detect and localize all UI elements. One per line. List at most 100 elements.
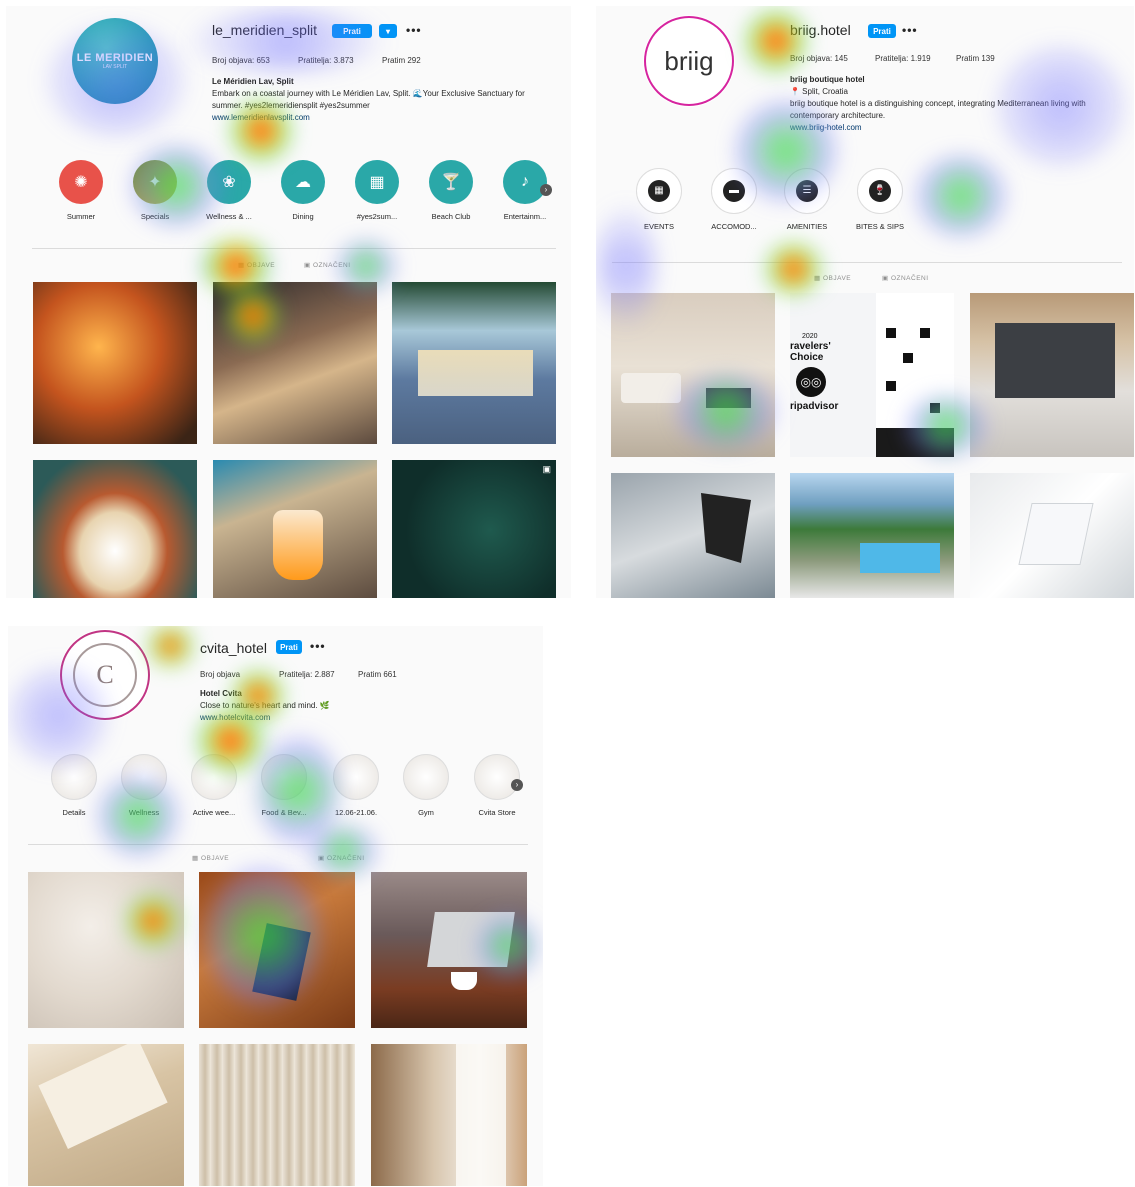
next-arrow-icon[interactable]: › [540,184,552,196]
sparkler-icon: ✦ [148,174,162,191]
post-tile[interactable] [970,293,1134,457]
avatar-brand-text: LE MERIDIEN [76,52,154,64]
highlight-wellness[interactable]: ❀ Wellness & ... [194,160,264,221]
highlight-details[interactable]: Details [39,754,109,817]
award-year: 2020 [802,333,818,340]
post-tile[interactable] [213,460,377,598]
highlight-label: BITES & SIPS [856,222,904,231]
tab-tagged[interactable]: ▣ OZNAČENI [318,854,365,862]
video-icon: ▣ [542,464,551,474]
tab-label: OZNAČENI [890,275,929,282]
post-tile[interactable]: ▣ [392,460,556,598]
post-tile[interactable] [371,1044,527,1186]
following-count[interactable]: Pratim 139 [956,54,995,63]
bed-icon: ▬ [723,180,745,202]
lotus-icon: ❀ [222,174,236,191]
post-tile[interactable] [611,473,775,598]
bio-name: briig boutique hotel [790,75,865,84]
post-tile[interactable] [970,473,1134,598]
highlight-label: EVENTS [643,222,674,231]
highlight-dates[interactable]: 12.06-21.06. [321,754,391,817]
bio: Hotel Cvita Close to nature's heart and … [200,688,520,724]
highlight-accommodation[interactable]: ▬ ACCOMOD... [699,168,769,231]
post-tile[interactable] [371,872,527,1028]
post-tile[interactable] [790,473,954,598]
tab-tagged[interactable]: ▣ OZNAČENI [882,274,929,282]
bio-link[interactable]: www.briig-hotel.com [790,122,1130,134]
profile-panel-briig: briig briig.hotel Prati ••• Broj objava:… [596,6,1134,598]
posts-count: Broj objava: 653 [212,56,270,65]
follow-button[interactable]: Prati [276,640,302,654]
post-tile[interactable] [199,1044,355,1186]
post-tile[interactable] [28,1044,184,1186]
highlight-label: Details [62,808,86,817]
highlight-label: ACCOMOD... [711,222,757,231]
highlight-yes2summer[interactable]: ▦ #yes2sum... [342,160,412,221]
profile-avatar[interactable]: briig [646,18,732,104]
profile-avatar[interactable]: LE MERIDIEN LAV SPLIT [72,18,158,104]
tab-posts[interactable]: ▦ OBJAVE [192,854,229,862]
avatar-brand-text: C [96,660,114,689]
post-tile[interactable]: 2020 ravelers' Choice ◎◎ ripadvisor [790,293,954,457]
highlight-label: Summer [66,212,96,221]
followers-count[interactable]: Pratitelja: 3.873 [298,56,354,65]
highlight-gym[interactable]: Gym [391,754,461,817]
post-tile[interactable] [213,282,377,444]
highlight-amenities[interactable]: ☰ AMENITIES [772,168,842,231]
tab-posts[interactable]: ▦ OBJAVE [238,261,275,269]
more-options-icon[interactable]: ••• [406,23,422,37]
highlight-label: Wellness & ... [206,212,252,221]
highlight-label: Dining [292,212,314,221]
chef-hat-icon: ☁ [295,174,311,191]
post-tile[interactable] [199,872,355,1028]
highlight-beach-club[interactable]: 🍸 Beach Club [416,160,486,221]
highlight-events[interactable]: ▦ EVENTS [624,168,694,231]
wine-glass-icon: 🍷 [869,180,891,202]
grid-icon: ▦ [192,855,201,862]
bio-line: Embark on a coastal journey with Le Méri… [212,89,525,98]
post-tile[interactable] [28,872,184,1028]
bio-link[interactable]: www.hotelcvita.com [200,712,520,724]
tab-posts[interactable]: ▦ OBJAVE [814,274,851,282]
profile-avatar[interactable]: C [62,632,148,718]
cocktail-icon: 🍸 [441,174,461,191]
suggestions-button[interactable]: ▾ [379,24,397,38]
highlight-label: Beach Club [431,212,471,221]
award-title: Choice [790,352,824,363]
tab-label: OBJAVE [200,855,230,862]
following-count[interactable]: Pratim 661 [358,670,397,679]
tab-tagged[interactable]: ▣ OZNAČENI [304,261,351,269]
highlight-specials[interactable]: ✦ Specials [120,160,190,221]
follow-button[interactable]: Prati [332,24,372,38]
tripadvisor-text: ripadvisor [790,401,839,412]
follow-button[interactable]: Prati [868,24,896,38]
highlight-wellness[interactable]: Wellness [109,754,179,817]
highlight-label: Specials [140,212,170,221]
highlight-summer[interactable]: ✺ Summer [46,160,116,221]
more-options-icon[interactable]: ••• [902,23,918,37]
profile-panel-le-meridien: LE MERIDIEN LAV SPLIT le_meridien_split … [6,6,571,598]
post-tile[interactable] [611,293,775,457]
more-options-icon[interactable]: ••• [310,639,326,653]
followers-count[interactable]: Pratitelja: 2.887 [279,670,335,679]
highlight-bites-sips[interactable]: 🍷 BITES & SIPS [845,168,915,231]
highlight-label: Food & Bev... [261,808,307,817]
tag-icon: ▣ [882,275,891,282]
highlight-active-weekend[interactable]: Active wee... [179,754,249,817]
tab-label: OBJAVE [822,275,852,282]
following-count[interactable]: Pratim 292 [382,56,421,65]
profile-panel-cvita: C cvita_hotel Prati ••• Broj objava Prat… [8,626,543,1186]
award-title: ravelers' [790,341,831,352]
next-arrow-icon[interactable]: › [511,779,523,791]
post-tile[interactable] [392,282,556,444]
highlight-label: Active wee... [192,808,236,817]
divider [28,844,528,845]
followers-count[interactable]: Pratitelja: 1.919 [875,54,931,63]
chevron-down-icon: ▾ [385,26,390,36]
bio-link[interactable]: www.lemeridienlavsplit.com [212,112,562,124]
tripadvisor-owl-icon: ◎◎ [796,367,826,397]
highlight-dining[interactable]: ☁ Dining [268,160,338,221]
highlight-food-beverage[interactable]: Food & Bev... [249,754,319,817]
post-tile[interactable] [33,282,197,444]
post-tile[interactable] [33,460,197,598]
